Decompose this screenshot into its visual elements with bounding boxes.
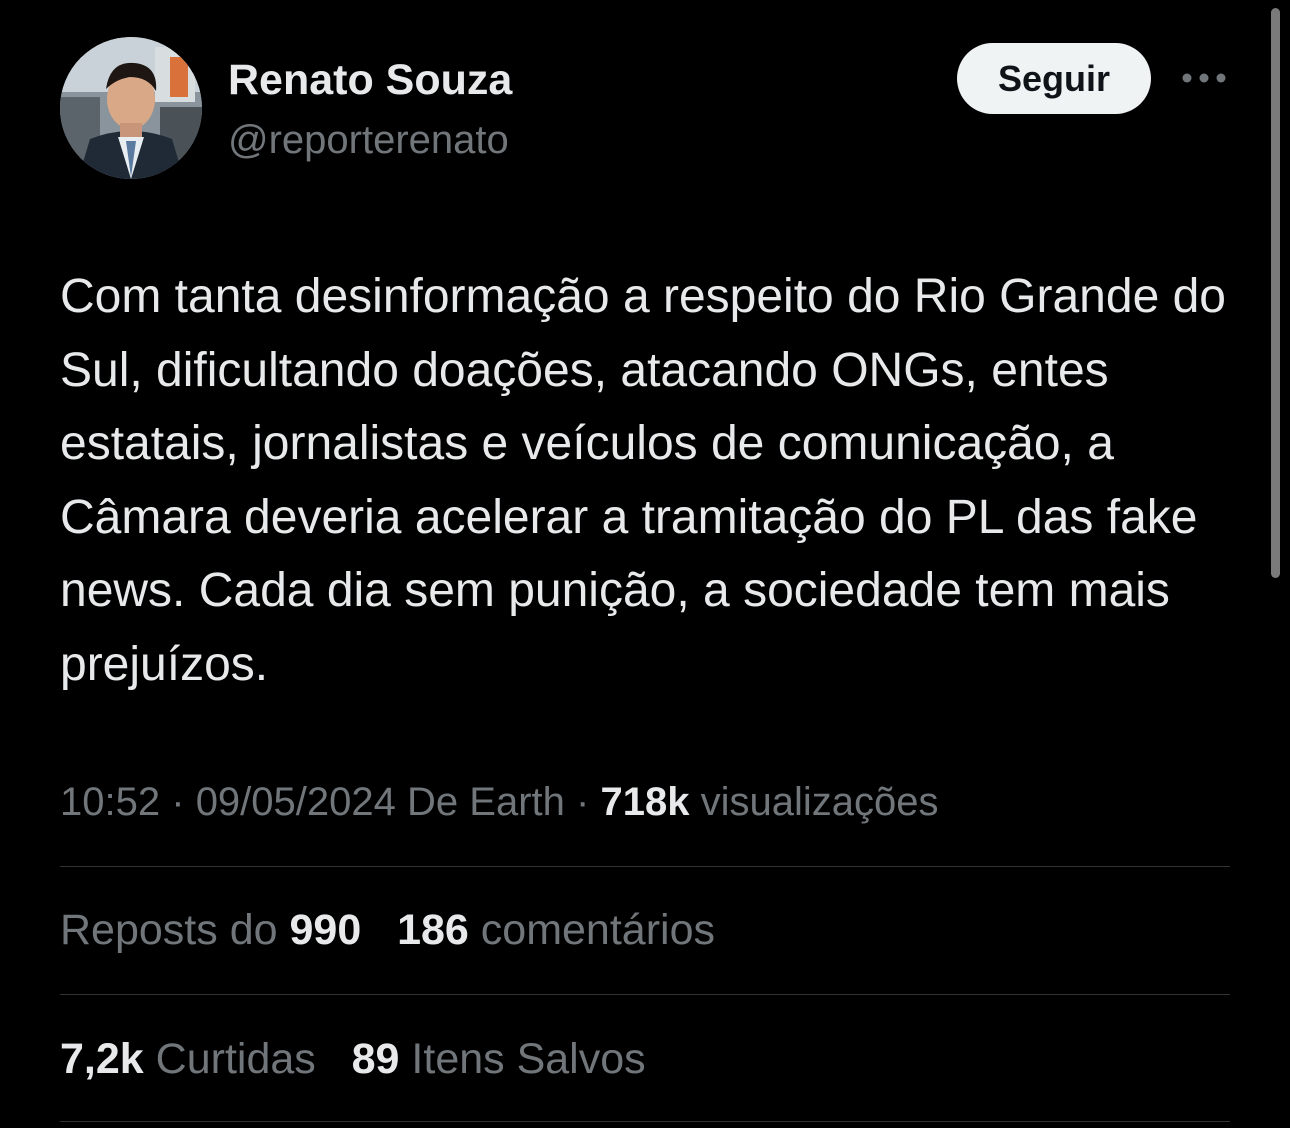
avatar[interactable] [60, 37, 202, 179]
views-label: visualizações [700, 780, 939, 824]
likes-stats-row: 7,2k Curtidas 89 Itens Salvos [60, 1033, 646, 1085]
meta-separator: · [576, 780, 590, 824]
more-options-icon[interactable] [1180, 63, 1228, 93]
likes-label: Curtidas [155, 1035, 316, 1083]
saves-label: Itens Salvos [411, 1035, 646, 1083]
tweet-text: Com tanta desinformação a respeito do Ri… [60, 270, 1226, 691]
reposts-stat[interactable]: Reposts do 990 [60, 906, 361, 954]
reposts-label: Reposts do [60, 906, 278, 954]
likes-count: 7,2k [60, 1035, 144, 1083]
likes-stat[interactable]: 7,2k Curtidas [60, 1035, 316, 1083]
divider [60, 866, 1230, 867]
reposts-count: 990 [289, 906, 362, 954]
comments-label: comentários [480, 906, 715, 954]
saves-stat[interactable]: 89 Itens Salvos [352, 1035, 646, 1083]
tweet-header: Renato Souza @reporterenato Seguir [60, 37, 1230, 179]
profile-photo [60, 37, 202, 179]
saves-count: 89 [351, 1035, 400, 1083]
tweet-metadata: 10:52 · 09/05/2024 De Earth · 718k visua… [60, 776, 938, 828]
divider [60, 994, 1230, 995]
comments-stat[interactable]: 186 comentários [397, 906, 715, 954]
tweet-source: De Earth [407, 780, 565, 824]
divider [60, 1121, 1230, 1122]
views-count: 718k [600, 780, 690, 824]
tweet-date[interactable]: 09/05/2024 [196, 780, 396, 824]
author-name[interactable]: Renato Souza [228, 57, 512, 103]
follow-button[interactable]: Seguir [957, 43, 1151, 114]
author-handle[interactable]: @reporterenato [228, 117, 509, 163]
engagement-stats-row: Reposts do 990 186 comentários [60, 904, 715, 956]
scrollbar[interactable] [1271, 8, 1280, 578]
meta-separator: · [171, 780, 185, 824]
comments-count: 186 [397, 906, 469, 954]
tweet-time[interactable]: 10:52 [60, 780, 160, 824]
